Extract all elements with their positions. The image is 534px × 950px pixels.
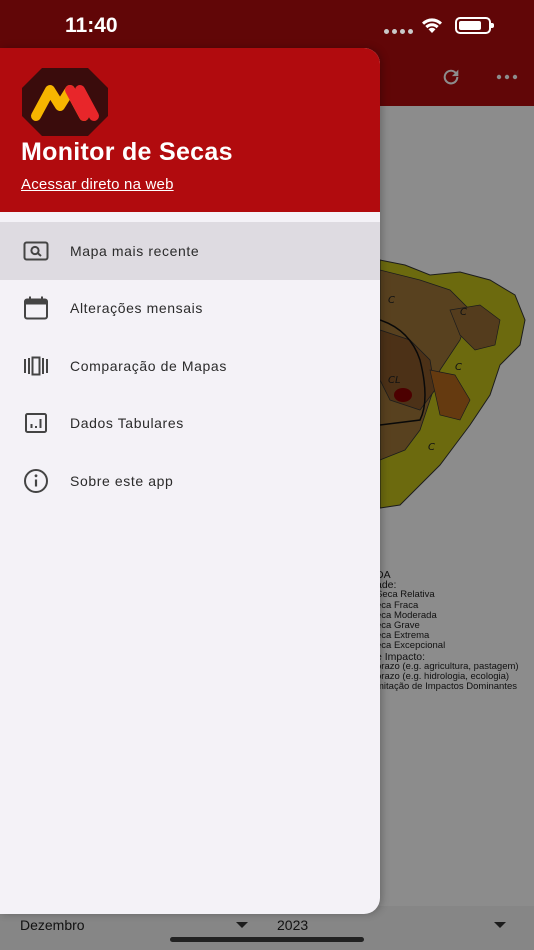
menu-item-monthly-changes[interactable]: Alterações mensais [0, 280, 380, 338]
app-name: Monitor de Secas [21, 138, 233, 166]
home-indicator [170, 937, 364, 942]
signal-dots-icon [384, 29, 413, 34]
info-icon [22, 467, 50, 495]
battery-icon [455, 17, 494, 34]
menu-item-label: Sobre este app [70, 472, 174, 489]
wifi-icon [422, 18, 442, 33]
menu-item-label: Mapa mais recente [70, 242, 200, 259]
status-bar: 11:40 [0, 0, 534, 48]
drawer-header: Monitor de Secas Acessar direto na web [0, 48, 380, 212]
menu-item-map-comparison[interactable]: Comparação de Mapas [0, 337, 380, 395]
compare-carousel-icon [22, 352, 50, 380]
drawer-menu: Mapa mais recente Alterações mensais Com… [0, 222, 380, 510]
web-access-link[interactable]: Acessar direto na web [21, 176, 174, 193]
menu-item-label: Comparação de Mapas [70, 357, 227, 374]
menu-item-label: Dados Tabulares [70, 415, 184, 432]
navigation-drawer: Monitor de Secas Acessar direto na web M… [0, 48, 380, 914]
status-time: 11:40 [65, 14, 118, 37]
menu-item-about-app[interactable]: Sobre este app [0, 452, 380, 510]
calendar-icon [22, 294, 50, 322]
map-search-icon [22, 237, 50, 265]
menu-item-tabular-data[interactable]: Dados Tabulares [0, 395, 380, 453]
app-logo-icon [22, 68, 108, 136]
menu-item-label: Alterações mensais [70, 300, 203, 317]
bar-chart-icon [22, 409, 50, 437]
menu-item-latest-map[interactable]: Mapa mais recente [0, 222, 380, 280]
